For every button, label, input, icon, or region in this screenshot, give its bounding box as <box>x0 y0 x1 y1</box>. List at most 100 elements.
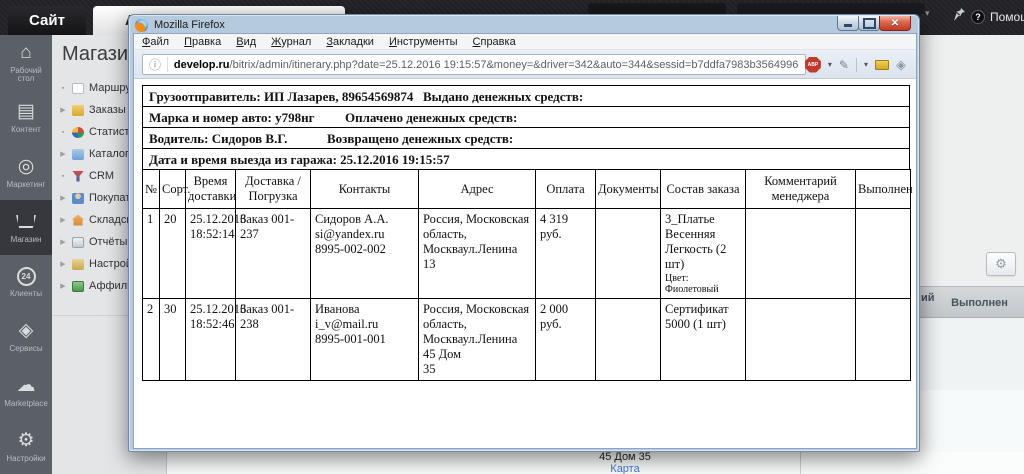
menu-bar: Файл Правка Вид Журнал Закладки Инструме… <box>134 34 916 50</box>
tab-site[interactable]: Сайт <box>8 6 86 35</box>
page-content: Грузоотправитель: ИП Лазарев, 8965456987… <box>134 79 916 448</box>
chevron-down-icon[interactable]: ▾ <box>925 8 930 19</box>
itinerary-table: № Сорт. Время доставки Доставка / Погруз… <box>142 169 913 381</box>
marketing-target-icon: ◎ <box>17 155 35 177</box>
settings-gear-icon: ⚙ <box>17 430 35 452</box>
sidebar-item-content[interactable]: ▤ Контент <box>0 90 52 145</box>
col-time: Время доставки <box>185 169 236 209</box>
minimize-button[interactable] <box>837 16 859 31</box>
reports-icon <box>72 236 84 248</box>
menu-edit[interactable]: Правка <box>184 36 221 48</box>
diamond-extension-icon[interactable]: ◈ <box>896 57 906 73</box>
grid-column-border <box>800 452 801 474</box>
services-layers-icon: ◈ <box>18 320 34 342</box>
map-link[interactable]: Карта <box>610 463 639 474</box>
bullet-icon: ▪ <box>61 128 65 136</box>
desktop-home-icon: ⌂ <box>20 41 32 63</box>
col-done: Выполнен <box>855 169 913 209</box>
clients-24-icon: 24 <box>16 265 36 287</box>
yellow-extension-icon[interactable] <box>875 59 889 70</box>
adblock-icon[interactable]: ABP <box>804 56 821 73</box>
menu-history[interactable]: Журнал <box>271 36 311 48</box>
statistics-pie-icon <box>72 126 84 138</box>
topbar-search-fragment[interactable] <box>588 3 726 14</box>
addon-toolbar: ABP ▾ ✎ ▾ ◈ <box>804 54 906 75</box>
url-path: /bitrix/admin/itinerary.php?date=25.12.2… <box>229 58 799 71</box>
sidebar-item-marketplace[interactable]: ☁ Marketplace <box>0 364 52 419</box>
menu-file[interactable]: Файл <box>142 36 169 48</box>
customers-person-icon <box>72 192 84 204</box>
sidebar-item-clients[interactable]: 24 Клиенты <box>0 255 52 310</box>
col-comment: Комментарий менеджера <box>745 169 856 209</box>
adblock-dropdown-icon[interactable]: ▾ <box>828 60 832 69</box>
table-header-row: № Сорт. Время доставки Доставка / Погруз… <box>142 169 913 209</box>
site-info-icon[interactable]: ⓘ <box>149 56 161 73</box>
extension-pencil-icon[interactable]: ✎ <box>839 58 849 72</box>
address-fragment: 45 Дом 35 <box>599 451 651 463</box>
help-question-icon: ? <box>971 10 985 24</box>
info-row-vehicle: Марка и номер авто: у798нг Оплачено дене… <box>142 106 910 128</box>
routes-document-icon <box>72 82 84 94</box>
navigation-bar: ⓘ develop.ru/bitrix/admin/itinerary.php?… <box>134 50 916 79</box>
help-button[interactable]: ? Помощь <box>971 8 1024 26</box>
browser-chrome: Файл Правка Вид Журнал Закладки Инструме… <box>133 33 917 449</box>
column-header-done[interactable]: Выполнен <box>935 287 1024 319</box>
sidebar-item-desktop[interactable]: ⌂ Рабочий стол <box>0 35 52 90</box>
url-bar[interactable]: ⓘ develop.ru/bitrix/admin/itinerary.php?… <box>142 54 806 75</box>
col-sort: Сорт. <box>159 169 190 209</box>
sidebar-item-shop[interactable]: Магазин <box>0 199 52 255</box>
orders-icon <box>72 104 84 116</box>
dropdown-icon[interactable]: ▾ <box>864 60 868 69</box>
shop-settings-icon <box>72 258 84 270</box>
menu-view[interactable]: Вид <box>236 36 256 48</box>
grid-settings-button[interactable]: ⚙ <box>986 252 1016 276</box>
url-text: develop.ru/bitrix/admin/itinerary.php?da… <box>174 59 799 71</box>
col-num: № <box>142 169 160 209</box>
menu-help[interactable]: Справка <box>473 36 516 48</box>
marketplace-cloud-icon: ☁ <box>16 375 36 397</box>
col-contacts: Контакты <box>310 169 419 209</box>
sidebar-item-services[interactable]: ◈ Сервисы <box>0 309 52 364</box>
window-titlebar[interactable]: Mozilla Firefox <box>135 17 225 33</box>
table-row: 2 30 25.12.2016 18:52:46 Заказ 001-238 И… <box>142 298 911 381</box>
sidebar-item-marketing[interactable]: ◎ Маркетинг <box>0 145 52 200</box>
firefox-icon <box>135 18 148 32</box>
col-documents: Документы <box>595 169 661 209</box>
sidebar-item-settings[interactable]: ⚙ Настройки <box>0 419 52 474</box>
close-button[interactable]: ✕ <box>879 16 911 31</box>
col-address: Адрес <box>418 169 536 209</box>
expand-arrow-icon: ▶ <box>60 239 66 246</box>
url-divider <box>167 57 168 72</box>
window-title: Mozilla Firefox <box>154 19 225 31</box>
menu-bookmarks[interactable]: Закладки <box>326 36 374 48</box>
bullet-icon: ▪ <box>61 172 65 180</box>
content-document-icon: ▤ <box>17 100 35 122</box>
url-domain: develop.ru <box>173 58 230 71</box>
menu-tools[interactable]: Инструменты <box>389 36 458 48</box>
info-row-departure: Дата и время выезда из гаража: 25.12.201… <box>142 148 910 170</box>
shop-basket-icon <box>16 211 36 233</box>
pin-icon[interactable] <box>953 7 966 27</box>
firefox-window: Mozilla Firefox ✕ Файл Правка Вид Журнал… <box>128 14 920 452</box>
topbar-buttons-fragment[interactable] <box>737 3 925 14</box>
crm-funnel-icon <box>72 170 84 182</box>
col-items: Состав заказа <box>660 169 746 209</box>
main-sidebar: ⌂ Рабочий стол ▤ Контент ◎ Маркетинг Маг… <box>0 35 52 474</box>
info-row-driver: Водитель: Сидоров В.Г. Возвращено денежн… <box>142 127 910 149</box>
screen: Сайт Админи ▾ ? Помощь ⌂ Рабочий стол ▤ … <box>0 0 1024 474</box>
col-delivery: Доставка / Погрузка <box>235 169 311 209</box>
expand-arrow-icon: ▶ <box>60 283 66 290</box>
col-payment: Оплата <box>535 169 596 209</box>
expand-arrow-icon: ▶ <box>60 195 66 202</box>
warehouse-home-icon <box>72 214 84 226</box>
expand-arrow-icon: ▶ <box>60 261 66 268</box>
expand-arrow-icon: ▶ <box>60 217 66 224</box>
toolbar-divider <box>855 57 857 72</box>
affiliates-icon <box>72 280 84 292</box>
expand-arrow-icon: ▶ <box>60 107 66 114</box>
bullet-icon: ▪ <box>61 84 65 92</box>
maximize-button[interactable] <box>858 16 880 31</box>
info-row-shipper: Грузоотправитель: ИП Лазарев, 8965456987… <box>142 85 910 107</box>
expand-arrow-icon: ▶ <box>60 151 66 158</box>
item-color-note: Цвет: Фиолетовый <box>665 273 719 295</box>
